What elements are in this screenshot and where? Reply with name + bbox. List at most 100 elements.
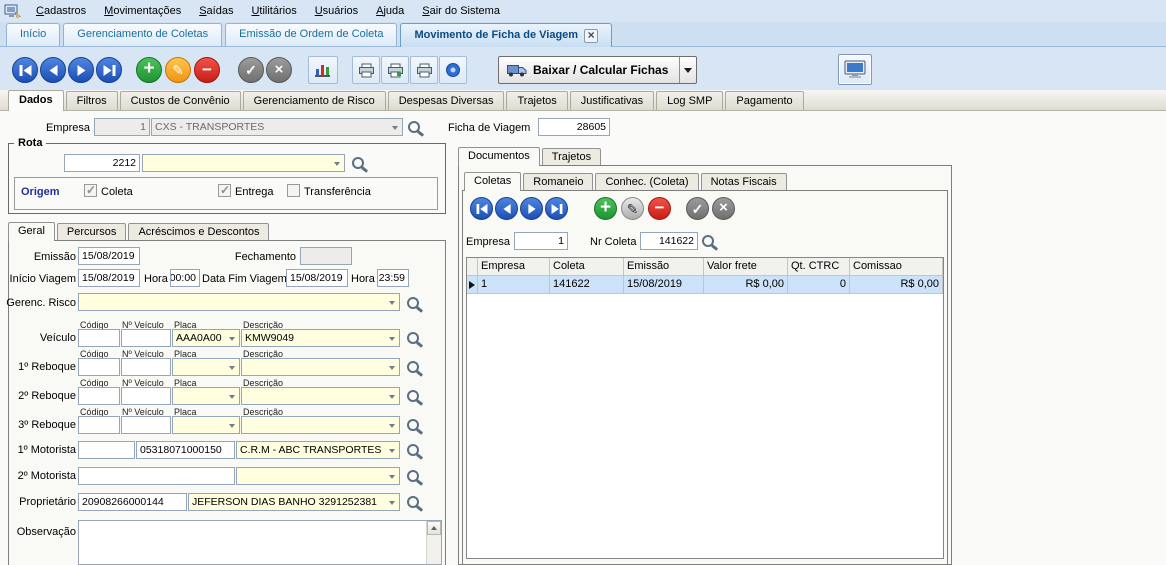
nav-last-button[interactable] <box>96 57 122 83</box>
menu-cadastros[interactable]: Cadastros <box>27 1 95 21</box>
tab-trajetos[interactable]: Trajetos <box>506 91 567 110</box>
tab-gerenciamento-de-coletas[interactable]: Gerenciamento de Coletas <box>63 23 222 46</box>
tab-movimento-ficha-viagem[interactable]: Movimento de Ficha de Viagem <box>400 23 612 47</box>
coleta-cancel-button[interactable] <box>712 197 735 220</box>
tab-log-smp[interactable]: Log SMP <box>656 91 723 110</box>
veiculo-placa-combo[interactable]: AAA0A00 <box>172 329 240 347</box>
empresa-code-field[interactable]: 1 <box>94 118 150 136</box>
rota-descricao-combo[interactable] <box>142 154 345 172</box>
print-report-button[interactable] <box>410 56 438 84</box>
reboque2-search-icon[interactable] <box>407 390 419 402</box>
transferencia-checkbox[interactable] <box>287 184 300 197</box>
menu-ajuda[interactable]: Ajuda <box>367 1 413 21</box>
coleta-delete-button[interactable] <box>648 197 671 220</box>
menu-usuarios[interactable]: Usuários <box>306 1 367 21</box>
menu-utilitarios[interactable]: Utilitários <box>242 1 305 21</box>
reboque3-numero-field[interactable] <box>121 416 171 434</box>
empresa-search-icon[interactable] <box>408 121 420 133</box>
fechamento-field[interactable] <box>300 247 352 265</box>
empresa-name-combo[interactable]: CXS - TRANSPORTES <box>151 118 403 136</box>
proprietario-nome-combo[interactable]: JEFERSON DIAS BANHO 3291252381 <box>188 493 400 511</box>
reboque1-codigo-field[interactable] <box>78 358 120 376</box>
tab-filtros[interactable]: Filtros <box>66 91 118 110</box>
coleta-nav-prev-button[interactable] <box>495 197 518 220</box>
reboque2-placa-combo[interactable] <box>172 387 240 405</box>
reboque3-search-icon[interactable] <box>407 419 419 431</box>
help-button[interactable] <box>439 56 467 84</box>
gerenc-risco-search-icon[interactable] <box>407 297 419 309</box>
proprietario-documento-field[interactable]: 20908266000144 <box>78 493 187 511</box>
observacao-scrollbar[interactable] <box>426 521 441 564</box>
nr-coleta-field[interactable]: 141622 <box>640 232 698 250</box>
grid-row-selected[interactable]: 1 141622 15/08/2019 R$ 0,00 0 R$ 0,00 <box>467 276 943 294</box>
print-preview-button[interactable] <box>381 56 409 84</box>
veiculo-numero-field[interactable] <box>121 329 171 347</box>
data-fim-field[interactable]: 15/08/2019 <box>286 269 348 287</box>
reboque2-numero-field[interactable] <box>121 387 171 405</box>
reboque1-search-icon[interactable] <box>407 361 419 373</box>
motorista1-nome-combo[interactable]: C.R.M - ABC TRANSPORTES <box>236 441 400 459</box>
coleta-checkbox[interactable] <box>84 184 97 197</box>
tab-inicio[interactable]: Início <box>6 23 60 46</box>
rota-search-icon[interactable] <box>352 157 364 169</box>
motorista1-search-icon[interactable] <box>407 444 419 456</box>
coleta-nav-first-button[interactable] <box>470 197 493 220</box>
coleta-nav-last-button[interactable] <box>545 197 568 220</box>
nav-first-button[interactable] <box>12 57 38 83</box>
ficha-viagem-field[interactable]: 28605 <box>538 118 610 136</box>
reboque2-descricao-combo[interactable] <box>241 387 400 405</box>
veiculo-codigo-field[interactable] <box>78 329 120 347</box>
reboque1-placa-combo[interactable] <box>172 358 240 376</box>
tab-pagamento[interactable]: Pagamento <box>725 91 803 110</box>
tab-romaneio[interactable]: Romaneio <box>523 173 593 190</box>
reboque3-descricao-combo[interactable] <box>241 416 400 434</box>
coleta-edit-button[interactable] <box>621 197 644 220</box>
print-button[interactable] <box>352 56 380 84</box>
entrega-checkbox[interactable] <box>218 184 231 197</box>
coleta-empresa-field[interactable]: 1 <box>514 232 568 250</box>
hora-fim-field[interactable]: 23:59 <box>377 269 409 287</box>
tab-notas-fiscais[interactable]: Notas Fiscais <box>701 173 787 190</box>
tab-dados[interactable]: Dados <box>8 90 64 111</box>
chart-button[interactable] <box>308 56 338 84</box>
nav-prev-button[interactable] <box>40 57 66 83</box>
motorista2-nome-combo[interactable] <box>236 467 400 485</box>
tab-acrescimos-e-descontos[interactable]: Acréscimos e Descontos <box>128 223 269 240</box>
cancel-button[interactable] <box>266 57 292 83</box>
motorista2-documento-field[interactable] <box>78 467 235 485</box>
motorista1-codigo-field[interactable] <box>78 441 135 459</box>
nav-next-button[interactable] <box>68 57 94 83</box>
tab-despesas-diversas[interactable]: Despesas Diversas <box>388 91 505 110</box>
emissao-field[interactable]: 15/08/2019 <box>78 247 140 265</box>
hora-inicio-field[interactable]: 00:00 <box>170 269 200 287</box>
coleta-confirm-button[interactable] <box>686 197 709 220</box>
veiculo-search-icon[interactable] <box>407 332 419 344</box>
tab-justificativas[interactable]: Justificativas <box>570 91 654 110</box>
menu-movimentacoes[interactable]: Movimentações <box>95 1 190 21</box>
baixar-dropdown-arrow[interactable] <box>679 57 696 83</box>
menu-saidas[interactable]: Saídas <box>190 1 242 21</box>
coleta-nav-next-button[interactable] <box>520 197 543 220</box>
motorista1-documento-field[interactable]: 05318071000150 <box>136 441 235 459</box>
tab-emissao-ordem-coleta[interactable]: Emissão de Ordem de Coleta <box>225 23 397 46</box>
reboque1-numero-field[interactable] <box>121 358 171 376</box>
confirm-button[interactable] <box>238 57 264 83</box>
tab-coletas[interactable]: Coletas <box>464 172 521 191</box>
add-record-button[interactable] <box>136 57 162 83</box>
edit-record-button[interactable] <box>165 57 191 83</box>
baixar-calcular-fichas-button[interactable]: Baixar / Calcular Fichas <box>498 56 697 84</box>
tab-gerenciamento-de-risco[interactable]: Gerenciamento de Risco <box>243 91 386 110</box>
reboque2-codigo-field[interactable] <box>78 387 120 405</box>
printer-config-button[interactable] <box>838 54 872 85</box>
tab-trajetos-right[interactable]: Trajetos <box>542 148 601 165</box>
scroll-up-icon[interactable] <box>427 521 441 535</box>
close-tab-icon[interactable] <box>584 29 598 43</box>
inicio-viagem-field[interactable]: 15/08/2019 <box>78 269 140 287</box>
motorista2-search-icon[interactable] <box>407 470 419 482</box>
veiculo-descricao-combo[interactable]: KMW9049 <box>241 329 400 347</box>
rota-codigo-field[interactable]: 2212 <box>64 154 140 172</box>
proprietario-search-icon[interactable] <box>407 496 419 508</box>
gerenc-risco-combo[interactable] <box>78 293 400 311</box>
tab-percursos[interactable]: Percursos <box>57 223 127 240</box>
nr-coleta-search-icon[interactable] <box>702 235 714 247</box>
